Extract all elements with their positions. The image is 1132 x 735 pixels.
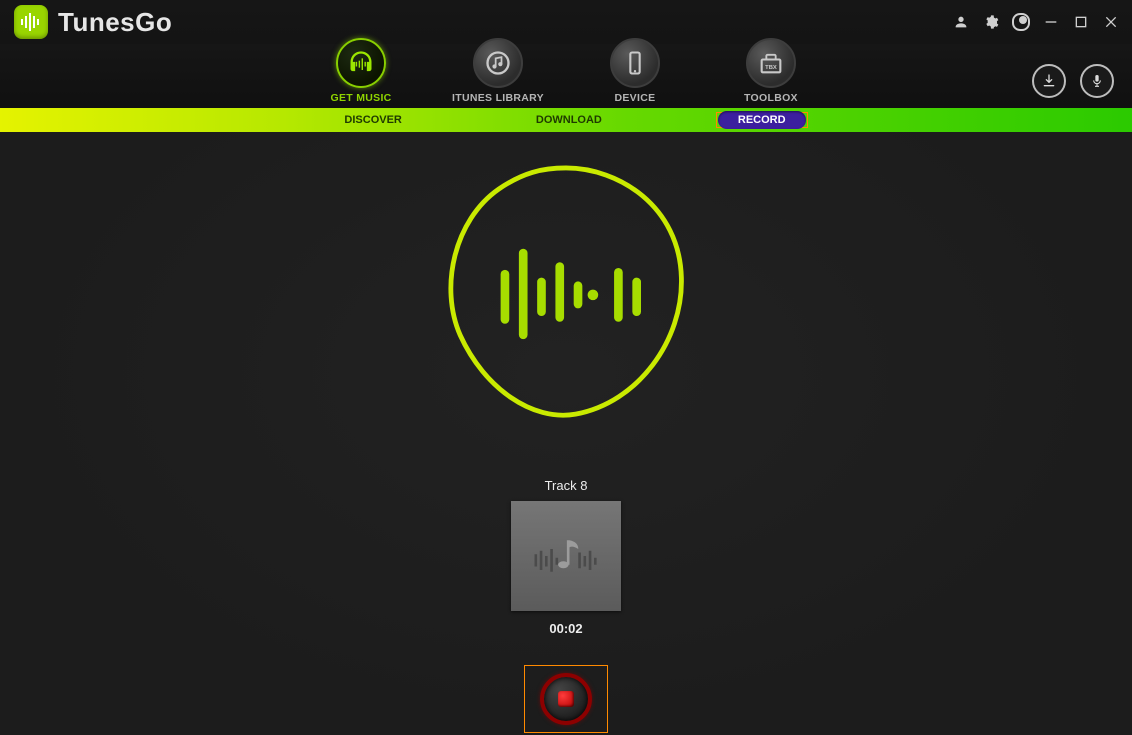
sub-tab-record[interactable]: RECORD — [718, 111, 806, 129]
toolbox-icon: TBX — [746, 38, 796, 88]
download-button[interactable] — [1032, 64, 1066, 98]
elapsed-time: 00:02 — [549, 621, 582, 636]
nav-get-music[interactable]: GET MUSIC — [316, 38, 406, 104]
nav-label: TOOLBOX — [744, 92, 798, 104]
phone-icon — [610, 38, 660, 88]
nav-label: GET MUSIC — [331, 92, 392, 104]
app-title: TunesGo — [58, 7, 172, 38]
user-icon[interactable] — [952, 13, 970, 31]
nav-label: ITUNES LIBRARY — [452, 92, 544, 104]
app-logo-icon — [19, 10, 43, 34]
sub-tab-discover[interactable]: DISCOVER — [324, 111, 421, 129]
sub-tabs: DISCOVER DOWNLOAD RECORD — [0, 108, 1132, 132]
app-logo — [14, 5, 48, 39]
nav-center: GET MUSIC ITUNES LIBRARY DEVICE TBX TOOL… — [316, 38, 816, 104]
toggle-switch[interactable] — [1012, 13, 1030, 31]
track-label: Track 8 — [545, 478, 588, 493]
music-note-icon — [473, 38, 523, 88]
waveform-blob-icon — [441, 162, 691, 422]
main-nav: GET MUSIC ITUNES LIBRARY DEVICE TBX TOOL… — [0, 44, 1132, 108]
track-thumbnail[interactable] — [511, 501, 621, 611]
maximize-button[interactable] — [1072, 13, 1090, 31]
microphone-icon — [1089, 73, 1105, 89]
close-button[interactable] — [1102, 13, 1120, 31]
recording-hero: Track 8 — [441, 162, 691, 636]
svg-text:TBX: TBX — [765, 65, 777, 71]
stop-recording-button[interactable] — [540, 673, 592, 725]
gear-icon[interactable] — [982, 13, 1000, 31]
sub-tab-download[interactable]: DOWNLOAD — [516, 111, 622, 129]
nav-label: DEVICE — [615, 92, 656, 104]
stop-icon — [558, 691, 574, 707]
download-icon — [1041, 73, 1057, 89]
nav-device[interactable]: DEVICE — [590, 38, 680, 104]
minimize-button[interactable] — [1042, 13, 1060, 31]
stop-button-highlight — [524, 665, 608, 733]
music-thumbnail-icon — [531, 531, 601, 581]
nav-right — [1032, 64, 1114, 98]
headphones-icon — [336, 38, 386, 88]
window-controls — [952, 13, 1120, 31]
nav-toolbox[interactable]: TBX TOOLBOX — [726, 38, 816, 104]
nav-itunes-library[interactable]: ITUNES LIBRARY — [452, 38, 544, 104]
record-mic-button[interactable] — [1080, 64, 1114, 98]
content: Track 8 — [0, 132, 1132, 735]
